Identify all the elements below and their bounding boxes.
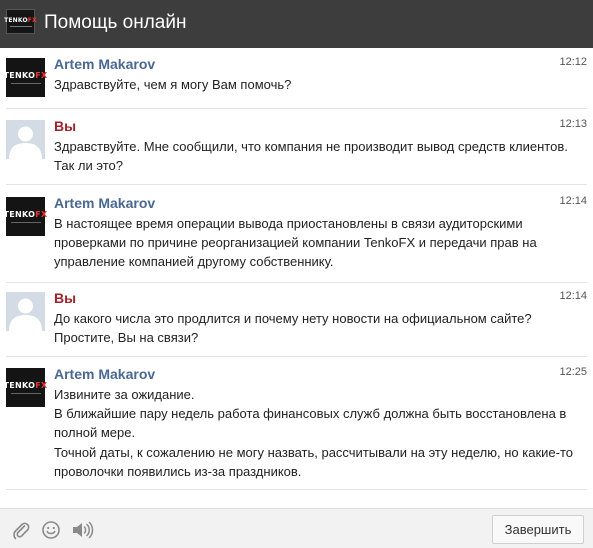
message-author: Вы <box>54 118 77 134</box>
message-text: Здравствуйте. Мне сообщили, что компания… <box>54 137 582 175</box>
message-line: До какого числа это продлится и почему н… <box>54 311 532 326</box>
message-author: Вы <box>54 290 77 306</box>
tenkofx-logo: TENKOFX <box>4 9 37 34</box>
chat-footer: Завершить <box>0 508 593 548</box>
chat-message: TENKOFX Artem Makarov 12:12 Здравствуйте… <box>4 56 587 109</box>
message-author: Artem Makarov <box>54 195 156 211</box>
paperclip-icon[interactable] <box>11 520 31 540</box>
smiley-icon[interactable] <box>41 520 61 540</box>
operator-avatar: TENKOFX <box>4 197 47 236</box>
message-line: проверками по причине реорганизацией ком… <box>54 235 537 251</box>
message-line: Точной даты, к сожалению не могу назвать… <box>54 444 573 460</box>
user-silhouette-icon <box>6 120 45 159</box>
message-time: 12:14 <box>559 290 587 302</box>
message-line: Извините за ожидание. <box>54 387 195 402</box>
user-avatar <box>6 292 45 331</box>
message-line: Простите, Вы на связи? <box>54 330 199 346</box>
message-time: 12:13 <box>559 118 587 130</box>
finish-chat-button[interactable]: Завершить <box>492 515 584 544</box>
message-line: управление компанией другому собственник… <box>54 254 334 270</box>
chat-message: TENKOFX Artem Makarov 12:14 В настоящее … <box>4 195 587 283</box>
message-text: Извините за ожидание. В ближайшие пару н… <box>54 385 582 481</box>
message-line: В ближайшие пару недель работа финансовы… <box>54 406 567 422</box>
message-time: 12:14 <box>559 195 587 207</box>
chat-header: TENKOFX Помощь онлайн <box>0 0 593 48</box>
message-text: До какого числа это продлится и почему н… <box>54 309 582 347</box>
message-text: В настоящее время операции вывода приост… <box>54 214 582 272</box>
chat-message: Вы 12:13 Здравствуйте. Мне сообщили, что… <box>6 118 587 185</box>
speaker-icon[interactable] <box>71 520 95 540</box>
chat-message-list[interactable]: TENKOFX Artem Makarov 12:12 Здравствуйте… <box>0 48 593 508</box>
chat-message: TENKOFX Artem Makarov 12:25 Извините за … <box>4 366 587 490</box>
message-line: В настоящее время операции вывода приост… <box>54 216 523 231</box>
operator-avatar: TENKOFX <box>4 58 47 97</box>
message-time: 12:25 <box>559 366 587 378</box>
message-line: Здравствуйте, чем я могу Вам помочь? <box>54 77 292 92</box>
message-text: Здравствуйте, чем я могу Вам помочь? <box>54 75 582 94</box>
message-line: проволочки появились из-за праздников. <box>54 463 302 479</box>
chat-title: Помощь онлайн <box>44 12 187 33</box>
message-time: 12:12 <box>559 56 587 68</box>
chat-message: Вы 12:14 До какого числа это продлится и… <box>6 290 587 357</box>
message-line: Так ли это? <box>54 158 123 174</box>
operator-avatar: TENKOFX <box>4 368 47 407</box>
message-author: Artem Makarov <box>54 366 156 382</box>
message-line: Здравствуйте. Мне сообщили, что компания… <box>54 139 568 154</box>
user-silhouette-icon <box>6 292 45 331</box>
message-line: полной мере. <box>54 425 136 441</box>
message-author: Artem Makarov <box>54 56 156 72</box>
user-avatar <box>6 120 45 159</box>
